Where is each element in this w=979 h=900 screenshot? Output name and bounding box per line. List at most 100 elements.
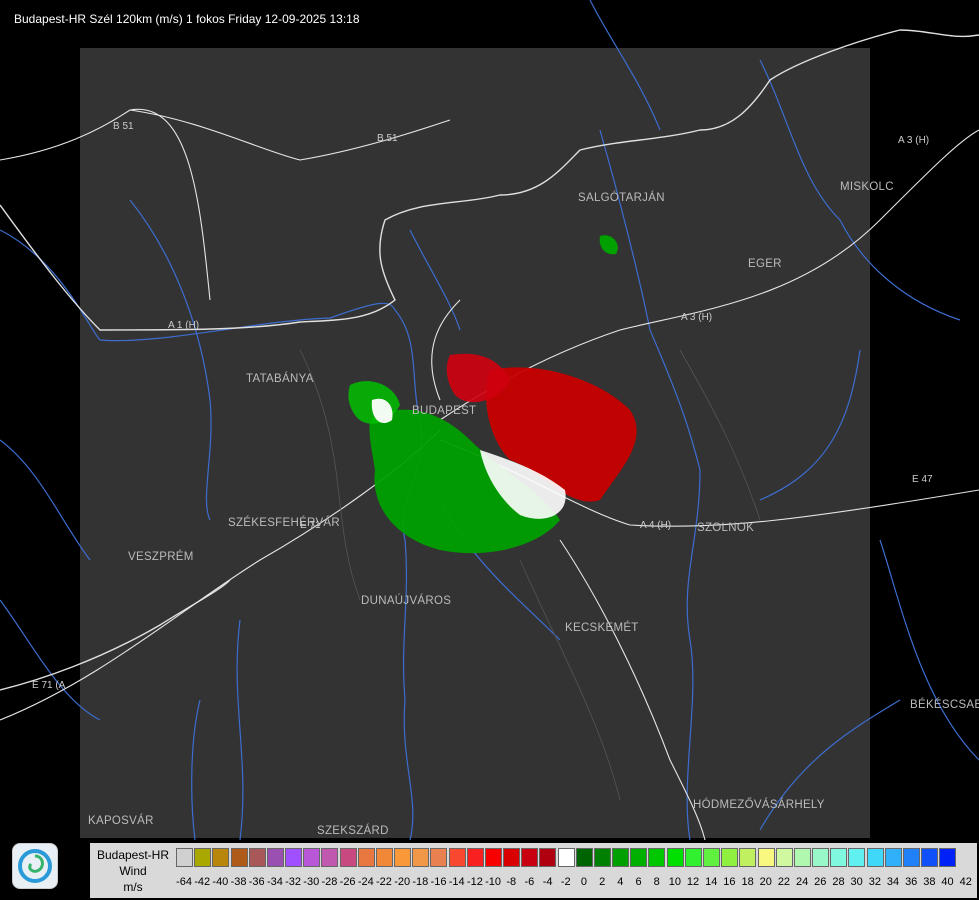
legend-swatch [357, 848, 375, 867]
legend-tick: -30 [303, 876, 320, 888]
map-title: Budapest-HR Szél 120km (m/s) 1 fokos Fri… [14, 12, 360, 26]
legend-swatch [648, 848, 666, 867]
legend-swatch [339, 848, 357, 867]
legend-tick: 42 [959, 876, 972, 888]
legend-tick: -2 [560, 876, 571, 888]
road-label: E 71 [300, 520, 321, 531]
legend-swatch [666, 848, 684, 867]
legend-tick: 10 [668, 876, 681, 888]
legend-tick: 28 [832, 876, 845, 888]
legend-tick: -22 [376, 876, 392, 888]
legend-tick: 20 [759, 876, 772, 888]
road-label: A 1 (H) [168, 320, 200, 331]
legend-tick: -4 [542, 876, 553, 888]
road-label: A 3 (H) [898, 135, 930, 146]
legend-swatch [484, 848, 502, 867]
legend-swatch [830, 848, 848, 867]
city-label: DUNAÚJVÁROS [361, 595, 452, 607]
legend-swatch [848, 848, 866, 867]
city-label: SZEKSZÁRD [317, 825, 389, 837]
road-label: E 71 (A [32, 680, 66, 691]
legend-swatch [448, 848, 466, 867]
legend-tick: -42 [194, 876, 211, 888]
legend-swatch [176, 848, 193, 867]
legend-tick: 24 [795, 876, 809, 888]
legend-swatch [775, 848, 793, 867]
legend-swatch [466, 848, 484, 867]
legend-swatch [430, 848, 448, 867]
legend-tick: 6 [635, 876, 642, 888]
legend-swatch [612, 848, 630, 867]
legend-tick: -20 [394, 876, 411, 888]
legend-swatch [593, 848, 611, 867]
legend-tick: -12 [466, 876, 483, 888]
legend-swatch [702, 848, 720, 867]
city-label: BÉKÉSCSABA [910, 699, 979, 711]
legend-tick: 26 [814, 876, 827, 888]
legend-swatch [902, 848, 920, 867]
road-label: A 4 (H) [640, 520, 672, 531]
legend-tick: -8 [506, 876, 517, 888]
legend-swatch [230, 848, 248, 867]
city-label: SALGÓTARJÁN [578, 192, 665, 204]
road-label: B 51 [113, 121, 134, 132]
legend-tick: -38 [230, 876, 247, 888]
legend-swatch [739, 848, 757, 867]
met-service-logo [12, 843, 58, 889]
road-label: A 3 (H) [681, 312, 713, 323]
legend-tick: 32 [868, 876, 881, 888]
color-legend: Budapest-HR Wind m/s -64 -42 -40 -38 -36 -34-… [90, 843, 977, 898]
legend-swatch [266, 848, 284, 867]
legend-tick: -24 [357, 876, 374, 888]
legend-product: Wind [119, 863, 147, 878]
legend-tick: 14 [705, 876, 718, 888]
legend-swatch [921, 848, 939, 867]
legend-swatch [757, 848, 775, 867]
map-overlay [0, 0, 979, 841]
swirl-icon [18, 849, 52, 883]
legend-swatch [684, 848, 702, 867]
legend-swatches [176, 848, 957, 868]
legend-tick: 12 [686, 876, 700, 888]
legend-swatch [212, 848, 230, 867]
legend-tick: -10 [485, 876, 501, 888]
legend-tick: -34 [266, 876, 283, 888]
legend-tick: -28 [321, 876, 338, 888]
legend-tick: -16 [430, 876, 447, 888]
legend-tick: -40 [212, 876, 229, 888]
city-label: HÓDMEZŐVÁSÁRHELY [693, 799, 825, 811]
legend-tick: -36 [248, 876, 265, 888]
legend-tick: 40 [941, 876, 954, 888]
legend-tick: 38 [923, 876, 936, 888]
city-label: EGER [748, 258, 782, 270]
legend-swatch [557, 848, 575, 867]
legend-tick: 4 [617, 876, 624, 888]
legend-swatch [884, 848, 902, 867]
road-label: E 47 [912, 474, 933, 485]
legend-swatch [375, 848, 393, 867]
legend-tick: 22 [777, 876, 791, 888]
city-label: SZÉKESFEHÉRVÁR [228, 517, 340, 529]
legend-swatch [321, 848, 339, 867]
legend-swatch [412, 848, 430, 867]
legend-label: Budapest-HR Wind m/s [90, 843, 176, 898]
city-label: KAPOSVÁR [88, 815, 154, 827]
legend-tick: -14 [448, 876, 465, 888]
legend-tick: 18 [741, 876, 754, 888]
legend-unit: m/s [123, 879, 143, 894]
city-label: VESZPRÉM [128, 551, 194, 563]
city-label: MISKOLC [840, 181, 894, 193]
legend-swatch [521, 848, 539, 867]
legend-swatch [721, 848, 739, 867]
legend-tick: 2 [599, 876, 606, 888]
legend-tick: 16 [723, 876, 736, 888]
legend-tick: 30 [850, 876, 863, 888]
legend-swatch [503, 848, 521, 867]
legend-tick: 36 [905, 876, 918, 888]
legend-swatch [939, 848, 957, 867]
legend-swatch [394, 848, 412, 867]
legend-tick: 0 [580, 876, 588, 888]
radar-echoes [348, 235, 637, 554]
city-label: BUDAPEST [412, 405, 477, 417]
road-label: B 51 [377, 133, 398, 144]
